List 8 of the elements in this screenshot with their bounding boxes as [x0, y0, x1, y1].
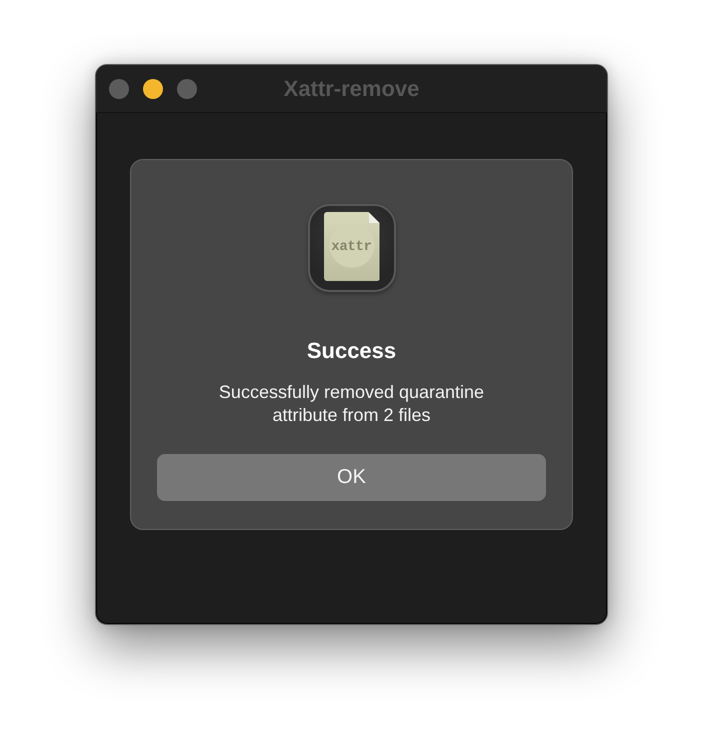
- alert-message: Successfully removed quarantine attribute from 2 files: [218, 381, 486, 427]
- minimize-button[interactable]: [143, 78, 163, 98]
- zoom-button[interactable]: [177, 78, 197, 98]
- icon-label: xattr: [331, 238, 372, 254]
- folded-corner-icon: [368, 212, 380, 223]
- ok-button[interactable]: OK: [157, 454, 546, 501]
- alert-title: Success: [306, 339, 396, 363]
- close-button[interactable]: [109, 78, 129, 98]
